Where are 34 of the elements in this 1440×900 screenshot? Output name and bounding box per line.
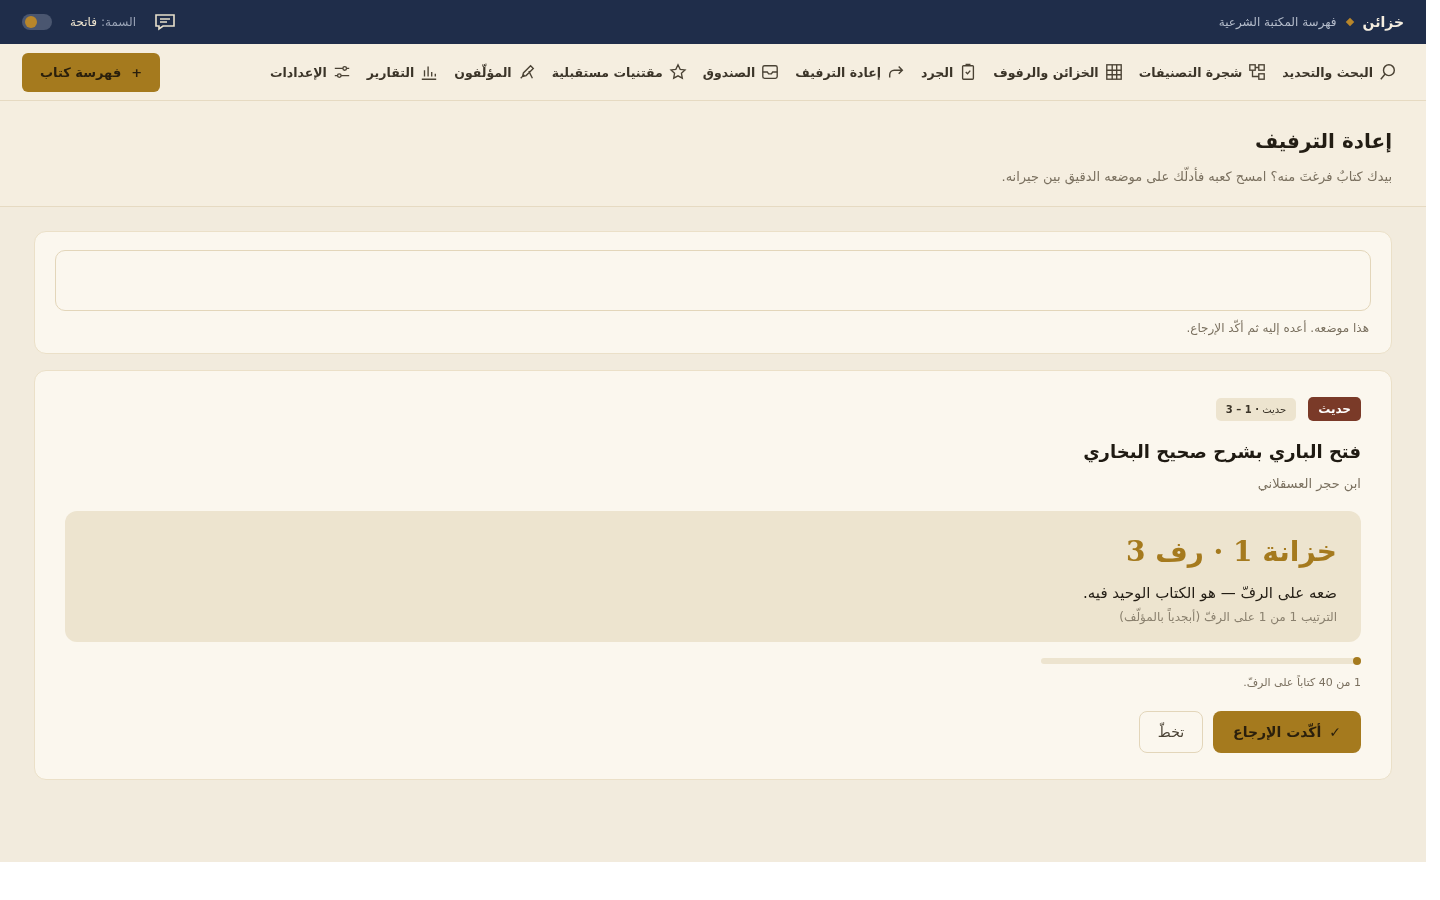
theme-toggle[interactable] [22, 14, 52, 30]
nav-tab[interactable]: التقارير [359, 57, 446, 87]
theme-label: السمة: [100, 15, 137, 29]
progress-reading: 1 من 40 كتاباً على الرفّ. [1242, 676, 1361, 689]
app-subtitle: فهرسة المكتبة الشرعية [1218, 15, 1337, 29]
nav-tab[interactable]: الخزائن والرفوف [986, 57, 1130, 87]
nav-tab[interactable]: مقتنيات مستقبلية [544, 57, 694, 87]
category-tag: حديث [1308, 397, 1361, 421]
add-book-button[interactable]: + فهرسة كتاب [22, 52, 161, 92]
scan-hint: هذا موضعه. أعده إليه ثم أكّد الإرجاع. [1185, 321, 1369, 335]
star-icon [668, 63, 687, 81]
book-title: فتح الباري بشرح صحيح البخاري [1082, 441, 1361, 462]
nav-tab[interactable]: شجرة التصنيفات [1131, 57, 1274, 87]
nav-tab[interactable]: الصندوق [695, 57, 787, 87]
chat-icon[interactable] [154, 13, 177, 31]
theme-value: فاتحة [70, 15, 97, 29]
sliders-icon [332, 63, 351, 81]
page-title: إعادة الترفيف [1253, 129, 1392, 153]
nav-tab[interactable]: البحث والتحديد [1275, 57, 1404, 87]
grid-icon [1104, 63, 1123, 81]
shelving-instruction: ضعه على الرفّ — هو الكتاب الوحيد فيه. [1082, 584, 1337, 602]
nav-tab[interactable]: المؤلّفون [447, 57, 543, 87]
skip-button[interactable]: تخطّ [1138, 711, 1204, 753]
shelf-location: خزانة 1 · رف 3 [1124, 535, 1337, 568]
inbox-icon [761, 63, 780, 81]
scan-field[interactable] [55, 250, 1371, 311]
nav-tab[interactable]: الجرد [914, 57, 985, 87]
book-author: ابن حجر العسقلاني [1256, 476, 1361, 491]
nodes-icon [1248, 63, 1267, 81]
search-icon [1379, 63, 1397, 81]
app-title: خزائن [1362, 14, 1404, 30]
confirm-button[interactable]: ✓ أكّدت الإرجاع [1213, 711, 1361, 753]
nav-tab[interactable]: الإعدادات [262, 57, 358, 87]
nav-tab[interactable]: إعادة الترفيف [788, 57, 913, 87]
